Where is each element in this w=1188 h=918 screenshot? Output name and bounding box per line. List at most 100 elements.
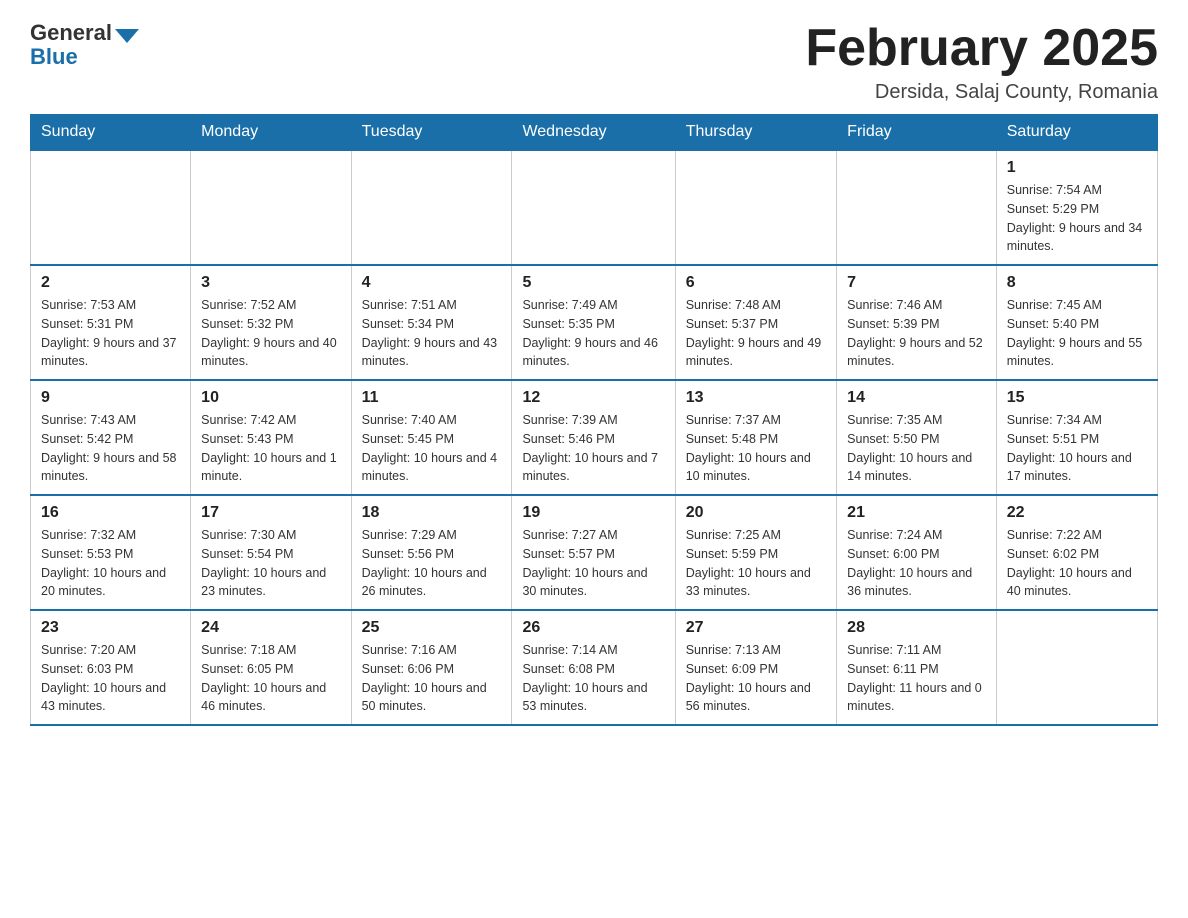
calendar-cell: 26Sunrise: 7:14 AMSunset: 6:08 PMDayligh… [512, 610, 675, 725]
calendar-cell: 28Sunrise: 7:11 AMSunset: 6:11 PMDayligh… [837, 610, 997, 725]
day-info-line: Sunrise: 7:32 AM [41, 526, 180, 545]
day-info-line: Sunrise: 7:34 AM [1007, 411, 1147, 430]
calendar-cell: 18Sunrise: 7:29 AMSunset: 5:56 PMDayligh… [351, 495, 512, 610]
day-info: Sunrise: 7:16 AMSunset: 6:06 PMDaylight:… [362, 641, 502, 716]
day-info: Sunrise: 7:43 AMSunset: 5:42 PMDaylight:… [41, 411, 180, 486]
day-info: Sunrise: 7:27 AMSunset: 5:57 PMDaylight:… [522, 526, 664, 601]
calendar-cell: 24 Sunrise: 7:18 AMSunset: 6:05 PMDayligh… [191, 610, 351, 725]
day-number: 28 [847, 619, 986, 637]
day-number: 8 [1007, 274, 1147, 292]
day-number: 15 [1007, 389, 1147, 407]
day-number: 23 [41, 619, 180, 637]
day-info-line: Daylight: 9 hours and 52 minutes. [847, 334, 986, 372]
calendar-cell: 21 Sunrise: 7:24 AMSunset: 6:00 PMDayligh… [837, 495, 997, 610]
day-info-line: Daylight: 10 hours and 20 minutes. [41, 564, 180, 602]
day-info-line: Daylight: 10 hours and 36 minutes. [847, 564, 986, 602]
day-number: 22 [1007, 504, 1147, 522]
day-info-line: Sunrise: 7:52 AM [201, 296, 340, 315]
day-info: Sunrise: 7:48 AMSunset: 5:37 PMDaylight:… [686, 296, 826, 371]
calendar-cell: 2 Sunrise: 7:53 AMSunset: 5:31 PMDaylight… [31, 265, 191, 380]
day-info-line: Daylight: 9 hours and 40 minutes. [201, 334, 340, 372]
title-block: February 2025 Dersida, Salaj County, Rom… [805, 20, 1158, 104]
day-info: Sunrise: 7:53 AMSunset: 5:31 PMDaylight:… [41, 296, 180, 371]
day-number: 10 [201, 389, 340, 407]
day-info-line: Sunset: 6:11 PM [847, 660, 986, 679]
day-info-line: Sunset: 5:34 PM [362, 315, 502, 334]
day-number: 27 [686, 619, 826, 637]
day-info-line: Daylight: 10 hours and 26 minutes. [362, 564, 502, 602]
weekday-header-saturday: Saturday [996, 115, 1157, 151]
day-info-line: Sunset: 5:50 PM [847, 430, 986, 449]
day-number: 2 [41, 274, 180, 292]
day-info: Sunrise: 7:42 AMSunset: 5:43 PMDaylight:… [201, 411, 340, 486]
calendar-table: SundayMondayTuesdayWednesdayThursdayFrid… [30, 114, 1158, 726]
day-info-line: Daylight: 10 hours and 14 minutes. [847, 449, 986, 487]
calendar-cell: 17Sunrise: 7:30 AMSunset: 5:54 PMDayligh… [191, 495, 351, 610]
day-info-line: Daylight: 10 hours and 33 minutes. [686, 564, 826, 602]
page-header: General Blue February 2025 Dersida, Sala… [30, 20, 1158, 104]
day-info-line: Sunrise: 7:30 AM [201, 526, 340, 545]
weekday-header-monday: Monday [191, 115, 351, 151]
calendar-cell: 13Sunrise: 7:37 AMSunset: 5:48 PMDayligh… [675, 380, 836, 495]
calendar-cell: 11Sunrise: 7:40 AMSunset: 5:45 PMDayligh… [351, 380, 512, 495]
day-info: Sunrise: 7:34 AMSunset: 5:51 PMDaylight:… [1007, 411, 1147, 486]
weekday-header-thursday: Thursday [675, 115, 836, 151]
day-info: Sunrise: 7:25 AMSunset: 5:59 PMDaylight:… [686, 526, 826, 601]
day-info-line: Daylight: 11 hours and 0 minutes. [847, 679, 986, 717]
day-info-line: Sunrise: 7:54 AM [1007, 181, 1147, 200]
day-info-line: Sunrise: 7:29 AM [362, 526, 502, 545]
day-info-line: Sunrise: 7:45 AM [1007, 296, 1147, 315]
day-info: Sunrise: 7:30 AMSunset: 5:54 PMDaylight:… [201, 526, 340, 601]
day-number: 3 [201, 274, 340, 292]
day-info-line: Sunset: 5:29 PM [1007, 200, 1147, 219]
day-info-line: Sunrise: 7:27 AM [522, 526, 664, 545]
day-info-line: Sunset: 5:59 PM [686, 545, 826, 564]
calendar-cell: 10 Sunrise: 7:42 AMSunset: 5:43 PMDayligh… [191, 380, 351, 495]
calendar-cell: 6Sunrise: 7:48 AMSunset: 5:37 PMDaylight… [675, 265, 836, 380]
day-info-line: Sunrise: 7:22 AM [1007, 526, 1147, 545]
day-info: Sunrise: 7:18 AMSunset: 6:05 PMDaylight:… [201, 641, 340, 716]
calendar-cell: 8Sunrise: 7:45 AMSunset: 5:40 PMDaylight… [996, 265, 1157, 380]
day-info: Sunrise: 7:51 AMSunset: 5:34 PMDaylight:… [362, 296, 502, 371]
calendar-cell: 3 Sunrise: 7:52 AMSunset: 5:32 PMDaylight… [191, 265, 351, 380]
day-number: 13 [686, 389, 826, 407]
day-info-line: Daylight: 9 hours and 46 minutes. [522, 334, 664, 372]
day-info-line: Sunset: 5:40 PM [1007, 315, 1147, 334]
day-info-line: Sunrise: 7:35 AM [847, 411, 986, 430]
day-info-line: Sunset: 5:32 PM [201, 315, 340, 334]
day-number: 12 [522, 389, 664, 407]
day-info-line: Daylight: 10 hours and 46 minutes. [201, 679, 340, 717]
calendar-cell: 9Sunrise: 7:43 AMSunset: 5:42 PMDaylight… [31, 380, 191, 495]
day-number: 1 [1007, 159, 1147, 177]
day-info: Sunrise: 7:54 AMSunset: 5:29 PMDaylight:… [1007, 181, 1147, 256]
day-number: 14 [847, 389, 986, 407]
day-info-line: Sunrise: 7:37 AM [686, 411, 826, 430]
day-info-line: Sunrise: 7:49 AM [522, 296, 664, 315]
day-number: 21 [847, 504, 986, 522]
day-info-line: Daylight: 10 hours and 7 minutes. [522, 449, 664, 487]
calendar-cell [191, 150, 351, 265]
day-info-line: Sunset: 5:53 PM [41, 545, 180, 564]
day-info-line: Sunset: 5:35 PM [522, 315, 664, 334]
day-info-line: Sunrise: 7:14 AM [522, 641, 664, 660]
day-info-line: Sunset: 5:57 PM [522, 545, 664, 564]
calendar-cell: 23Sunrise: 7:20 AMSunset: 6:03 PMDayligh… [31, 610, 191, 725]
calendar-week-row: 23Sunrise: 7:20 AMSunset: 6:03 PMDayligh… [31, 610, 1158, 725]
day-info-line: Sunrise: 7:51 AM [362, 296, 502, 315]
calendar-cell: 16Sunrise: 7:32 AMSunset: 5:53 PMDayligh… [31, 495, 191, 610]
day-info: Sunrise: 7:13 AMSunset: 6:09 PMDaylight:… [686, 641, 826, 716]
day-info-line: Daylight: 10 hours and 23 minutes. [201, 564, 340, 602]
day-info-line: Daylight: 9 hours and 58 minutes. [41, 449, 180, 487]
day-info: Sunrise: 7:24 AMSunset: 6:00 PMDaylight:… [847, 526, 986, 601]
day-info-line: Sunset: 5:46 PM [522, 430, 664, 449]
day-info: Sunrise: 7:22 AMSunset: 6:02 PMDaylight:… [1007, 526, 1147, 601]
calendar-cell: 25Sunrise: 7:16 AMSunset: 6:06 PMDayligh… [351, 610, 512, 725]
calendar-cell: 15 Sunrise: 7:34 AMSunset: 5:51 PMDayligh… [996, 380, 1157, 495]
calendar-cell: 1 Sunrise: 7:54 AMSunset: 5:29 PMDaylight… [996, 150, 1157, 265]
day-info-line: Sunset: 5:39 PM [847, 315, 986, 334]
day-number: 19 [522, 504, 664, 522]
day-info: Sunrise: 7:49 AMSunset: 5:35 PMDaylight:… [522, 296, 664, 371]
day-info-line: Sunset: 5:31 PM [41, 315, 180, 334]
day-number: 24 [201, 619, 340, 637]
day-info-line: Sunrise: 7:25 AM [686, 526, 826, 545]
